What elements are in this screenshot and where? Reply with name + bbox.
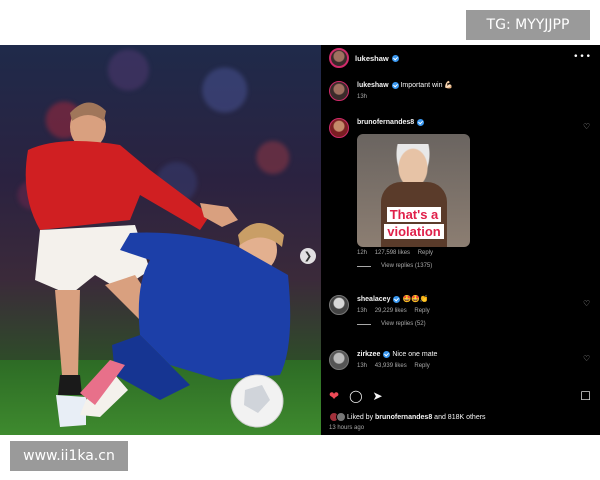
gif-caption: That's a violation [363,206,465,240]
liked-by-avatars [329,412,346,422]
red-player-hand [200,203,238,227]
gif-person-head [395,144,431,184]
reply-button[interactable]: Reply [414,308,429,314]
gif-caption-line: That's a [386,207,442,222]
comment-text: Nice one mate [392,351,438,358]
view-replies-dash [357,323,371,325]
comment-item: brunofernandes8 That's a violation 12h 1… [329,118,591,269]
comment-icon[interactable]: ◯ [349,389,362,403]
red-player-shirt [25,141,211,230]
verified-badge-icon [383,350,391,358]
instagram-post: ❯ lukeshaw ••• lukeshaw Important win 💪🏻… [0,45,600,435]
comment-likes[interactable]: 43,939 likes [375,363,407,369]
comment-username[interactable]: zirkzee [357,351,380,358]
comment-heart-icon[interactable]: ♡ [583,299,591,308]
post-timestamp: 13 hours ago [329,425,365,431]
action-bar: ❤ ◯ ➤ ☐ [329,388,591,404]
reply-button[interactable]: Reply [418,250,433,256]
bookmark-icon[interactable]: ☐ [580,389,591,403]
comment-time: 12h [357,250,368,256]
comment-time: 13h [357,308,368,314]
comment-avatar[interactable] [329,295,349,315]
comment-heart-icon[interactable]: ♡ [583,354,591,363]
comment-avatar[interactable] [329,118,349,138]
liked-user[interactable]: brunofernandes8 [375,414,432,421]
liked-suffix[interactable]: and 818K others [434,414,485,421]
view-replies-link[interactable]: View replies (52) [357,321,591,327]
red-player-boot [56,395,86,427]
comment-item: zirkzee Nice one mate 13h 43,939 likes R… [329,350,591,370]
comment-likes[interactable]: 29,229 likes [375,308,407,314]
red-player-sock [58,375,82,395]
verified-badge-icon [391,81,399,89]
gif-caption-line: violation [384,224,444,239]
red-player-leg-left [55,290,80,375]
more-icon[interactable]: ••• [573,52,592,62]
view-replies-label: View replies (52) [381,321,426,327]
author-username[interactable]: lukeshaw [355,54,389,63]
author-avatar[interactable] [329,48,349,68]
caption-text: Important win 💪🏻 [400,82,454,89]
comment-item: shealacey 🤩🤩👏 13h 29,229 likes Reply Vie… [329,295,591,327]
next-arrow-icon[interactable]: ❯ [300,248,316,264]
comment-avatar[interactable] [329,350,349,370]
comment-heart-icon[interactable]: ♡ [583,122,591,131]
comment-username[interactable]: brunofernandes8 [357,119,414,126]
view-replies-dash [357,265,371,267]
mini-avatar [336,412,346,422]
view-replies-link[interactable]: View replies (1375) [357,263,591,269]
caption-username[interactable]: lukeshaw [357,82,389,89]
comment-text: 🤩🤩👏 [402,296,429,303]
comment-likes[interactable]: 127,598 likes [375,250,410,256]
site-watermark: www.ii1ka.cn [10,441,128,471]
verified-badge-icon [391,54,399,62]
comments-panel: lukeshaw ••• lukeshaw Important win 💪🏻 1… [321,45,600,435]
post-photo[interactable]: ❯ [0,45,321,435]
view-replies-label: View replies (1375) [381,263,433,269]
tg-watermark: TG: MYYJJPP [466,10,590,40]
comment-gif[interactable]: That's a violation [357,134,470,247]
comment-username[interactable]: shealacey [357,296,390,303]
comment-time: 13h [357,363,368,369]
share-icon[interactable]: ➤ [373,389,383,403]
verified-badge-icon [393,295,401,303]
post-header: lukeshaw ••• [321,45,600,71]
caption-avatar[interactable] [329,81,349,101]
post-caption: lukeshaw Important win 💪🏻 13h [329,81,591,101]
players-illustration [25,102,291,428]
verified-badge-icon [417,118,425,126]
reply-button[interactable]: Reply [414,363,429,369]
liked-by: Liked by brunofernandes8 and 818K others [329,412,486,422]
heart-icon[interactable]: ❤ [329,389,339,403]
caption-time: 13h [357,94,368,100]
liked-prefix: Liked by [347,413,374,421]
